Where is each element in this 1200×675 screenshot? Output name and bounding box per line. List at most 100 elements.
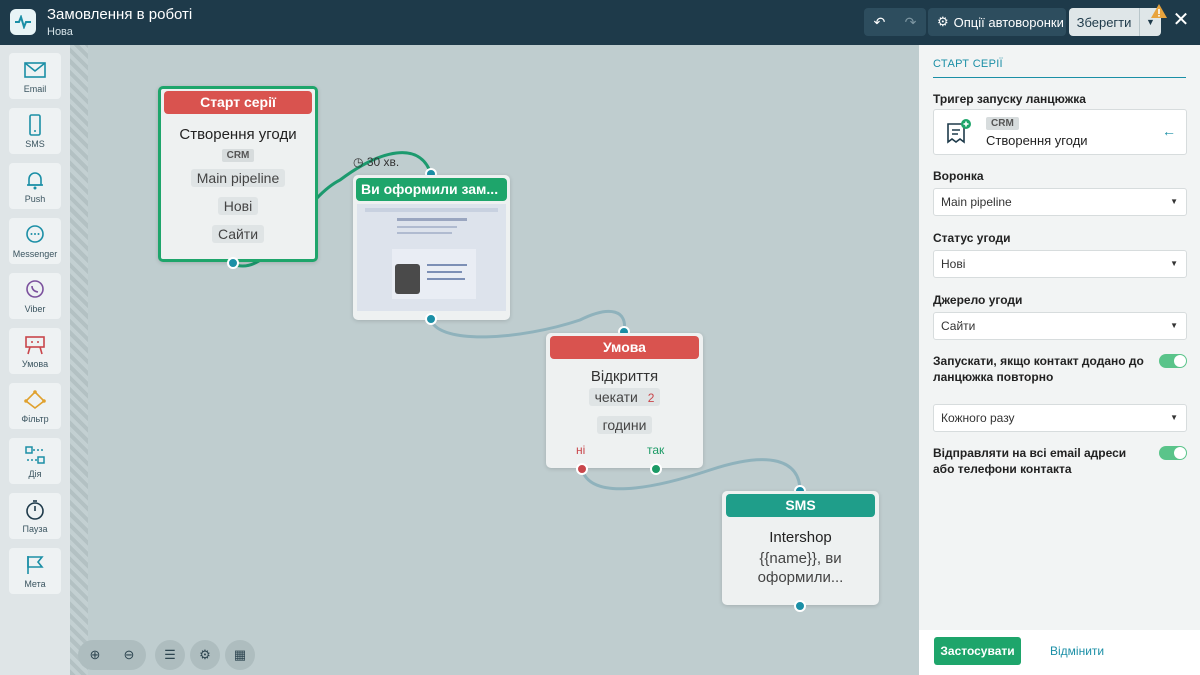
all-addresses-label: Відправляти на всі email адреси або теле…	[933, 446, 1127, 476]
gear-icon: ⚙	[199, 647, 211, 662]
chat-icon	[26, 225, 44, 243]
no-branch-port[interactable]	[576, 463, 588, 475]
start-node-header: Старт серії	[164, 91, 312, 114]
tool-label: Мета	[24, 579, 46, 589]
condition-icon	[25, 336, 45, 355]
condition-event: Відкриття	[590, 368, 659, 385]
start-output-port[interactable]	[227, 257, 239, 269]
all-addresses-toggle[interactable]	[1159, 446, 1187, 460]
pipeline-chip: Main pipeline	[190, 169, 286, 187]
delay-label: ◷ 30 хв.	[353, 155, 399, 169]
pipeline-select-value: Main pipeline	[941, 195, 1012, 209]
tool-label: Email	[23, 84, 47, 94]
close-icon[interactable]: ✕	[1170, 9, 1192, 31]
settings-button[interactable]: ⚙	[190, 640, 220, 670]
tool-label: Фільтр	[21, 414, 49, 424]
sms-node-header: SMS	[726, 494, 875, 517]
repeat-label: Запускати, якщо контакт додано до ланцюж…	[933, 354, 1144, 384]
grid-icon: ▦	[233, 647, 247, 662]
apply-button[interactable]: Застосувати	[934, 637, 1021, 665]
cancel-button[interactable]: Відмінити	[1050, 644, 1104, 658]
viber-icon	[26, 280, 44, 298]
condition-node[interactable]: Умова Відкриття чекати 2 години ні так	[546, 333, 703, 468]
sms-node[interactable]: SMS Intershop {{name}}, ви оформили...	[722, 491, 879, 605]
email-node-header: Ви оформили зам...	[356, 178, 507, 201]
email-node[interactable]: Ви оформили зам...	[353, 175, 510, 320]
redo-icon[interactable]: ↷	[895, 8, 926, 36]
zoom-in-icon[interactable]: ⊕	[78, 640, 112, 670]
wait-value: 2	[647, 391, 655, 405]
source-select[interactable]: Сайти ▼	[933, 312, 1187, 340]
start-node[interactable]: Старт серії Створення угоди CRM Main pip…	[158, 86, 318, 262]
undo-icon[interactable]: ↶	[864, 8, 895, 36]
no-branch-label: ні	[576, 443, 586, 457]
status-select[interactable]: Нові ▼	[933, 250, 1187, 278]
zoom-out-icon[interactable]: ⊖	[112, 640, 146, 670]
divider	[933, 77, 1186, 78]
clock-icon: ◷	[353, 155, 364, 169]
source-chip: Сайти	[211, 225, 265, 243]
book-icon: ☰	[164, 647, 176, 662]
trigger-crm-badge: CRM	[986, 117, 1019, 130]
yes-branch-port[interactable]	[650, 463, 662, 475]
funnel-options-label: Опції автоворонки	[953, 14, 1064, 30]
arrow-left-icon[interactable]: ←	[1162, 123, 1176, 139]
grid-button[interactable]: ▦	[225, 640, 255, 670]
tool-messenger[interactable]: Messenger	[9, 218, 61, 264]
action-icon	[25, 446, 45, 464]
phone-icon	[29, 114, 41, 136]
pipeline-label: Воронка	[933, 169, 984, 183]
flag-icon	[27, 556, 44, 574]
email-output-port[interactable]	[425, 313, 437, 325]
frequency-select[interactable]: Кожного разу ▼	[933, 404, 1187, 432]
funnel-options-button[interactable]: ⚙ Опції автоворонки	[928, 8, 1066, 36]
caret-down-icon: ▼	[1170, 197, 1178, 206]
tool-pause[interactable]: Пауза	[9, 493, 61, 539]
tool-label: Пауза	[22, 524, 48, 534]
panel-footer: Застосувати Відмінити	[919, 630, 1200, 675]
tool-condition[interactable]: Умова	[9, 328, 61, 374]
pulse-logo-icon	[10, 9, 36, 35]
tool-sms[interactable]: SMS	[9, 108, 61, 154]
zoom-controls: ⊕ ⊖	[78, 640, 146, 670]
tool-action[interactable]: Дія	[9, 438, 61, 484]
caret-down-icon: ▼	[1170, 259, 1178, 268]
unit-chip: години	[596, 416, 653, 434]
email-icon	[24, 62, 46, 78]
tool-label: Viber	[24, 304, 46, 314]
sms-sender: Intershop	[769, 529, 832, 546]
book-button[interactable]: ☰	[155, 640, 185, 670]
save-button[interactable]: Зберегти ▼	[1069, 8, 1161, 36]
gear-icon: ⚙	[937, 14, 949, 29]
tool-goal[interactable]: Мета	[9, 548, 61, 594]
repeat-toggle[interactable]	[1159, 354, 1187, 368]
caret-down-icon: ▼	[1170, 321, 1178, 330]
pipeline-select[interactable]: Main pipeline ▼	[933, 188, 1187, 216]
warning-icon[interactable]	[1150, 3, 1168, 24]
crm-badge: CRM	[221, 149, 255, 162]
tool-push[interactable]: Push	[9, 163, 61, 209]
trigger-card[interactable]: CRM Створення угоди ←	[933, 109, 1187, 155]
yes-branch-label: так	[647, 443, 665, 457]
email-preview-thumbnail	[357, 204, 506, 311]
tool-viber[interactable]: Viber	[9, 273, 61, 319]
tool-label: Умова	[21, 359, 49, 369]
wait-chip: чекати 2	[588, 388, 661, 406]
caret-down-icon: ▼	[1170, 413, 1178, 422]
condition-node-header: Умова	[550, 336, 699, 359]
tool-label: Messenger	[12, 249, 58, 259]
panel-section-title: СТАРТ СЕРІЇ	[933, 58, 1003, 70]
undo-redo-group: ↶ ↷	[864, 8, 926, 36]
sms-output-port[interactable]	[794, 600, 806, 612]
source-label: Джерело угоди	[933, 293, 1023, 307]
status-select-value: Нові	[941, 257, 966, 271]
trigger-value: Створення угоди	[986, 133, 1088, 148]
sms-text: {{name}}, ви оформили...	[757, 550, 844, 586]
save-label: Зберегти	[1076, 14, 1132, 30]
status-label: Статус угоди	[933, 231, 1011, 245]
tool-filter[interactable]: Фільтр	[9, 383, 61, 429]
status-chip: Нові	[217, 197, 259, 215]
tool-email[interactable]: Email	[9, 53, 61, 99]
filter-icon	[24, 390, 46, 410]
tool-sidebar: Email SMS Push Messenger Viber Умова Філ…	[0, 45, 70, 675]
